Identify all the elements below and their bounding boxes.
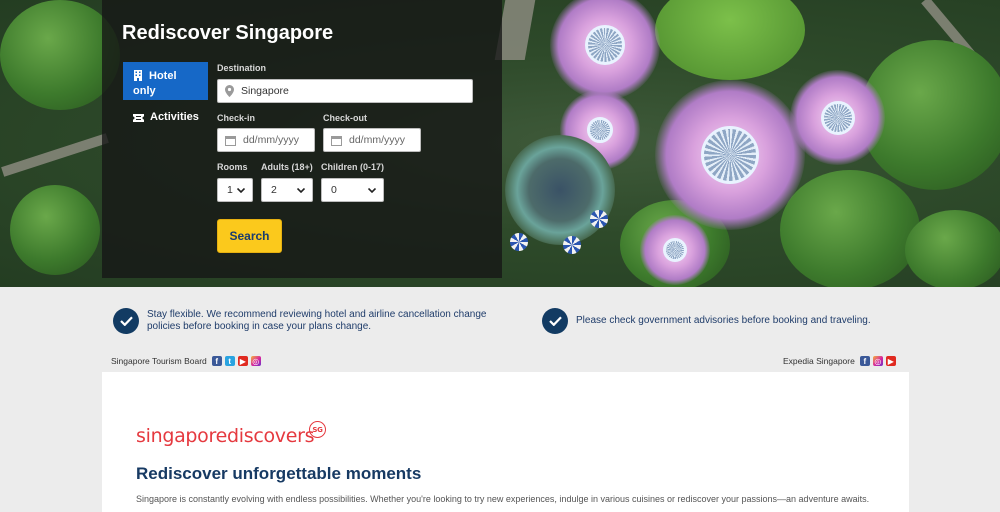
facebook-icon[interactable]: f — [859, 356, 870, 366]
content-heading: Rediscover unforgettable moments — [136, 464, 422, 483]
plaza — [505, 135, 615, 245]
calendar-icon — [225, 135, 236, 146]
social-links-expedia: Expedia Singapore f ◎ ▶ — [783, 356, 899, 366]
checkin-input[interactable] — [241, 133, 314, 147]
check-circle-icon — [542, 308, 568, 334]
notice-flexible: Stay flexible. We recommend reviewing ho… — [113, 308, 503, 334]
rooms-select[interactable]: 1 — [217, 178, 253, 202]
destination-field[interactable] — [217, 79, 473, 103]
umbrella — [510, 233, 528, 251]
notice-flexible-text: Stay flexible. We recommend reviewing ho… — [147, 308, 487, 333]
children-select[interactable]: 0 — [321, 178, 384, 202]
social-expedia-label: Expedia Singapore — [783, 356, 855, 366]
content-card: singaporediscovers SG Rediscover unforge… — [102, 372, 909, 512]
ticket-icon — [133, 114, 144, 122]
children-value: 0 — [331, 184, 337, 196]
rooms-value: 1 — [227, 184, 233, 196]
content-body: Singapore is constantly evolving with en… — [136, 494, 870, 504]
singapore-rediscovers-logo: singaporediscovers SG — [136, 421, 326, 447]
supertree — [655, 80, 805, 230]
umbrella — [563, 236, 581, 254]
instagram-icon[interactable]: ◎ — [872, 356, 883, 366]
sg-badge: SG — [309, 421, 326, 438]
tab-activities[interactable]: Activities — [123, 106, 208, 128]
destination-input[interactable] — [239, 84, 472, 98]
checkout-field[interactable] — [323, 128, 421, 152]
youtube-icon[interactable]: ▶ — [237, 356, 248, 366]
social-stb-label: Singapore Tourism Board — [111, 356, 207, 366]
facebook-icon[interactable]: f — [211, 356, 222, 366]
supertree — [790, 70, 885, 165]
rooms-label: Rooms — [217, 162, 248, 172]
youtube-icon[interactable]: ▶ — [885, 356, 896, 366]
checkout-input[interactable] — [347, 133, 420, 147]
umbrella — [590, 210, 608, 228]
chevron-down-icon — [367, 184, 377, 196]
tab-activities-label: Activities — [150, 111, 199, 123]
chevron-down-icon — [296, 184, 306, 196]
chevron-down-icon — [236, 184, 246, 196]
tree-canopy — [10, 185, 100, 275]
adults-label: Adults (18+) — [261, 162, 313, 172]
lawn-area — [655, 0, 805, 80]
twitter-icon[interactable]: t — [224, 356, 235, 366]
walkway — [1, 133, 109, 177]
social-links-stb: Singapore Tourism Board f t ▶ ◎ — [111, 356, 264, 366]
children-label: Children (0-17) — [321, 162, 385, 172]
tab-hotel-only[interactable]: Hotel only — [123, 62, 208, 100]
supertree — [550, 0, 660, 100]
instagram-icon[interactable]: ◎ — [250, 356, 261, 366]
adults-select[interactable]: 2 — [261, 178, 313, 202]
destination-label: Destination — [217, 63, 267, 73]
notice-advisories: Please check government advisories befor… — [542, 308, 922, 334]
brand-logo-text: singaporediscovers — [136, 425, 315, 447]
search-panel: Rediscover Singapore Hotel only Activiti… — [102, 0, 502, 278]
tree-canopy — [905, 210, 1000, 287]
search-panel-title: Rediscover Singapore — [122, 22, 334, 44]
checkin-label: Check-in — [217, 113, 256, 123]
location-pin-icon — [225, 85, 234, 97]
checkin-field[interactable] — [217, 128, 315, 152]
building-icon — [134, 70, 142, 81]
search-button[interactable]: Search — [217, 219, 282, 253]
tree-canopy — [780, 170, 920, 287]
checkout-label: Check-out — [323, 113, 368, 123]
check-circle-icon — [113, 308, 139, 334]
adults-value: 2 — [271, 184, 277, 196]
supertree — [640, 215, 710, 285]
notice-advisories-text: Please check government advisories befor… — [576, 314, 871, 326]
calendar-icon — [331, 135, 342, 146]
